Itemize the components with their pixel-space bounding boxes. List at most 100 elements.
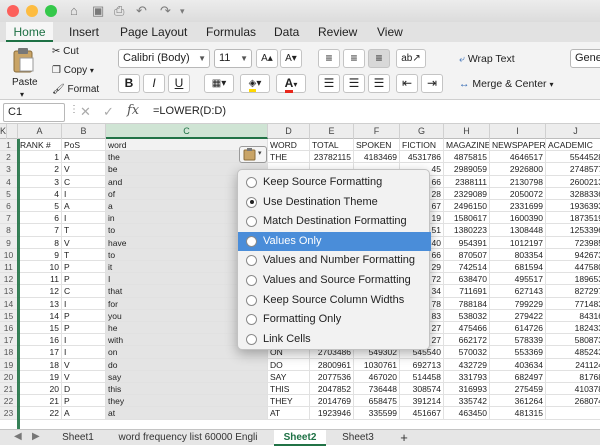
- cell-newspaper[interactable]: 682497: [490, 370, 546, 383]
- paste-options-button[interactable]: ▾: [239, 146, 267, 163]
- paste-option-values-and-source-formatting[interactable]: Values and Source Formatting: [238, 271, 431, 290]
- cell-rank[interactable]: 5: [18, 200, 62, 213]
- tab-data[interactable]: Data: [274, 22, 299, 42]
- cell-newspaper[interactable]: 578339: [490, 334, 546, 347]
- add-sheet-button[interactable]: +: [392, 430, 416, 446]
- cell-newspaper[interactable]: 803354: [490, 248, 546, 261]
- cell-newspaper[interactable]: 1600390: [490, 212, 546, 225]
- paste-option-link-cells[interactable]: Link Cells: [238, 330, 431, 349]
- decrease-font-button[interactable]: A▾: [280, 49, 302, 68]
- cell-spoken[interactable]: 335599: [354, 407, 400, 420]
- font-name-select[interactable]: Calibri (Body) ▼: [118, 49, 210, 68]
- cell-rank[interactable]: 8: [18, 236, 62, 249]
- cell-newspaper[interactable]: 1012197: [490, 236, 546, 249]
- row-header[interactable]: 9: [0, 236, 18, 249]
- cell-pos[interactable]: V: [62, 370, 106, 383]
- cell-academic[interactable]: 2748577: [546, 163, 600, 176]
- cell-spoken[interactable]: SPOKEN: [354, 139, 400, 152]
- cell-total[interactable]: TOTAL: [310, 139, 354, 152]
- cell-pos[interactable]: P: [62, 322, 106, 335]
- cell-newspaper[interactable]: 4646517: [490, 151, 546, 164]
- cell-spoken[interactable]: 658475: [354, 395, 400, 408]
- row-header[interactable]: 21: [0, 383, 18, 396]
- orientation-button[interactable]: ab↗: [396, 49, 426, 68]
- confirm-entry-icon[interactable]: ✓: [103, 104, 114, 120]
- row-header[interactable]: 23: [0, 407, 18, 420]
- cell-pos[interactable]: P: [62, 309, 106, 322]
- cell-academic[interactable]: 447580: [546, 261, 600, 274]
- font-size-select[interactable]: 11 ▼: [214, 49, 252, 68]
- row-header[interactable]: 3: [0, 163, 18, 176]
- row-header[interactable]: 17: [0, 334, 18, 347]
- cell-rank[interactable]: 1: [18, 151, 62, 164]
- cell-magazine[interactable]: 1380223: [444, 224, 490, 237]
- fill-color-button[interactable]: ◈▾: [240, 74, 270, 93]
- tab-formulas[interactable]: Formulas: [206, 22, 256, 42]
- cell-rank[interactable]: RANK #: [18, 139, 62, 152]
- cell-rank[interactable]: 21: [18, 395, 62, 408]
- name-box-dropdown-icon[interactable]: ⋮: [69, 104, 79, 115]
- cell-total[interactable]: 2014769: [310, 395, 354, 408]
- cell-total[interactable]: 2077536: [310, 370, 354, 383]
- cell-newspaper[interactable]: NEWSPAPER: [490, 139, 546, 152]
- cell-pos[interactable]: C: [62, 285, 106, 298]
- align-center-button[interactable]: ☰: [343, 74, 365, 93]
- tab-insert[interactable]: Insert: [69, 22, 99, 42]
- cell-magazine[interactable]: 538032: [444, 309, 490, 322]
- cell-rank[interactable]: 22: [18, 407, 62, 420]
- cell-fiction[interactable]: 391214: [400, 395, 444, 408]
- cell-spoken[interactable]: 467020: [354, 370, 400, 383]
- row-header[interactable]: 16: [0, 322, 18, 335]
- row-header[interactable]: 7: [0, 212, 18, 225]
- row-header[interactable]: 4: [0, 175, 18, 188]
- cell-fiction[interactable]: 4531786: [400, 151, 444, 164]
- cell-rank[interactable]: 6: [18, 212, 62, 225]
- cell-fiction[interactable]: 514458: [400, 370, 444, 383]
- cell-fiction[interactable]: 692713: [400, 358, 444, 371]
- close-window-button[interactable]: [7, 5, 19, 17]
- paste-button[interactable]: Paste ▾: [8, 46, 40, 99]
- increase-indent-button[interactable]: ⇥: [421, 74, 443, 93]
- row-header[interactable]: 10: [0, 248, 18, 261]
- cell-academic[interactable]: 942673: [546, 249, 600, 261]
- cell-academic[interactable]: 5544528: [546, 151, 600, 164]
- underline-button[interactable]: U: [168, 74, 190, 93]
- cell-rank[interactable]: 10: [18, 261, 62, 274]
- cell-newspaper[interactable]: 279422: [490, 309, 546, 322]
- cell-academic[interactable]: 182433: [546, 322, 600, 335]
- cell-academic[interactable]: 410378: [546, 383, 600, 396]
- cell-rank[interactable]: 18: [18, 358, 62, 371]
- column-header-d[interactable]: D: [268, 124, 310, 139]
- cell-academic[interactable]: 189653: [546, 273, 600, 286]
- cell-rank[interactable]: 7: [18, 224, 62, 237]
- cell-academic[interactable]: 84316: [546, 310, 600, 322]
- cell-word-upper[interactable]: SAY: [268, 370, 310, 383]
- cell-spoken[interactable]: 4183469: [354, 151, 400, 164]
- row-header[interactable]: 20: [0, 370, 18, 383]
- cell-word-upper[interactable]: WORD: [268, 139, 310, 152]
- column-header-i[interactable]: I: [490, 124, 546, 139]
- name-box[interactable]: C1: [3, 103, 65, 122]
- cell-rank[interactable]: 3: [18, 175, 62, 188]
- cell-academic[interactable]: 723985: [546, 237, 600, 249]
- cell-magazine[interactable]: 788184: [444, 297, 490, 310]
- row-header[interactable]: 15: [0, 309, 18, 322]
- cell-magazine[interactable]: 662172: [444, 334, 490, 347]
- cell-newspaper[interactable]: 553369: [490, 346, 546, 359]
- cell-rank[interactable]: 9: [18, 248, 62, 261]
- align-top-button[interactable]: ≡: [318, 49, 340, 68]
- column-header-k[interactable]: K: [0, 124, 8, 139]
- tab-page-layout[interactable]: Page Layout: [120, 22, 187, 42]
- cell-pos[interactable]: V: [62, 163, 106, 176]
- align-left-button[interactable]: ☰: [318, 74, 340, 93]
- cell-magazine[interactable]: 742514: [444, 261, 490, 274]
- cell-newspaper[interactable]: 275459: [490, 383, 546, 396]
- cut-button[interactable]: ✂ Cut: [52, 45, 79, 59]
- row-header[interactable]: 2: [0, 151, 18, 164]
- cell-fiction[interactable]: 308574: [400, 383, 444, 396]
- column-header-b[interactable]: B: [62, 124, 106, 139]
- align-right-button[interactable]: ☰: [368, 74, 390, 93]
- cell-academic[interactable]: 771483: [546, 298, 600, 310]
- cell-spoken[interactable]: 1030761: [354, 358, 400, 371]
- paste-option-keep-source-column-widths[interactable]: Keep Source Column Widths: [238, 291, 431, 310]
